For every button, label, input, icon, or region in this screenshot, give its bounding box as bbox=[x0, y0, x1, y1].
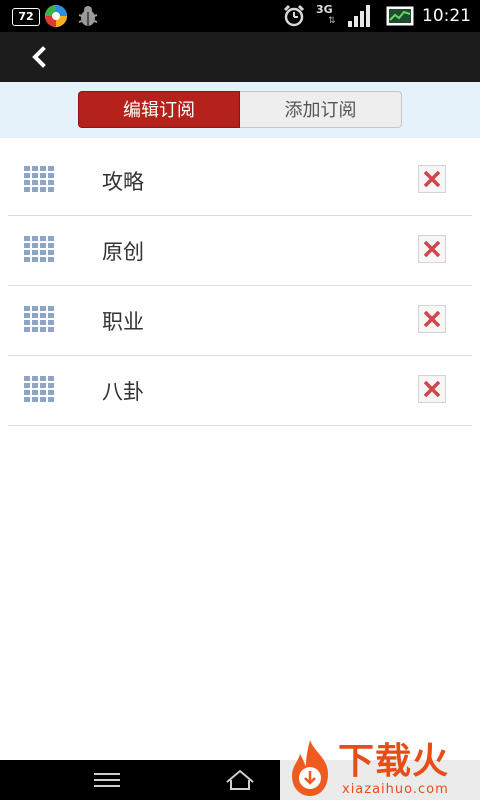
subscription-label: 攻略 bbox=[102, 170, 144, 194]
app-logo-icon bbox=[45, 5, 67, 27]
network-activity-icon: ⇅ bbox=[328, 16, 336, 26]
watermark-logo: 下载火 xiazaihuo.com bbox=[280, 732, 480, 800]
notification-badge: 72 bbox=[12, 8, 40, 26]
close-icon bbox=[423, 240, 441, 258]
battery-icon bbox=[386, 6, 414, 26]
flame-logo-icon bbox=[292, 740, 328, 796]
signal-icon bbox=[348, 5, 370, 27]
list-item: 八卦 bbox=[8, 356, 472, 426]
title-bar bbox=[0, 32, 480, 82]
subscription-label: 原创 bbox=[102, 240, 144, 264]
delete-button[interactable] bbox=[418, 375, 446, 403]
subscription-label: 职业 bbox=[102, 310, 144, 334]
tab-edit-subscription[interactable]: 编辑订阅 bbox=[78, 91, 240, 128]
delete-button[interactable] bbox=[418, 305, 446, 333]
drag-handle-icon[interactable] bbox=[24, 306, 56, 334]
clock: 10:21 bbox=[422, 6, 471, 26]
home-icon[interactable] bbox=[224, 768, 256, 792]
segment-control-bar: 编辑订阅 添加订阅 bbox=[0, 82, 480, 138]
drag-handle-icon[interactable] bbox=[24, 376, 56, 404]
delete-button[interactable] bbox=[418, 165, 446, 193]
list-item: 职业 bbox=[8, 286, 472, 356]
drag-handle-icon[interactable] bbox=[24, 236, 56, 264]
bug-icon bbox=[78, 6, 98, 26]
alarm-clock-icon bbox=[283, 4, 305, 27]
close-icon bbox=[423, 380, 441, 398]
subscription-label: 八卦 bbox=[102, 380, 144, 404]
drag-handle-icon[interactable] bbox=[24, 166, 56, 194]
network-type: 3G bbox=[316, 3, 333, 16]
subscription-list: 攻略 原创 职业 八卦 bbox=[8, 146, 472, 426]
close-icon bbox=[423, 170, 441, 188]
list-item: 攻略 bbox=[8, 146, 472, 216]
close-icon bbox=[423, 310, 441, 328]
status-bar: 72 3G ⇅ 10:21 bbox=[0, 0, 480, 32]
delete-button[interactable] bbox=[418, 235, 446, 263]
watermark-title: 下载火 bbox=[338, 741, 450, 782]
chevron-left-icon[interactable] bbox=[24, 44, 54, 70]
tab-add-subscription[interactable]: 添加订阅 bbox=[240, 91, 402, 128]
watermark-url: xiazaihuo.com bbox=[342, 782, 449, 797]
list-item: 原创 bbox=[8, 216, 472, 286]
menu-icon[interactable] bbox=[94, 770, 120, 790]
